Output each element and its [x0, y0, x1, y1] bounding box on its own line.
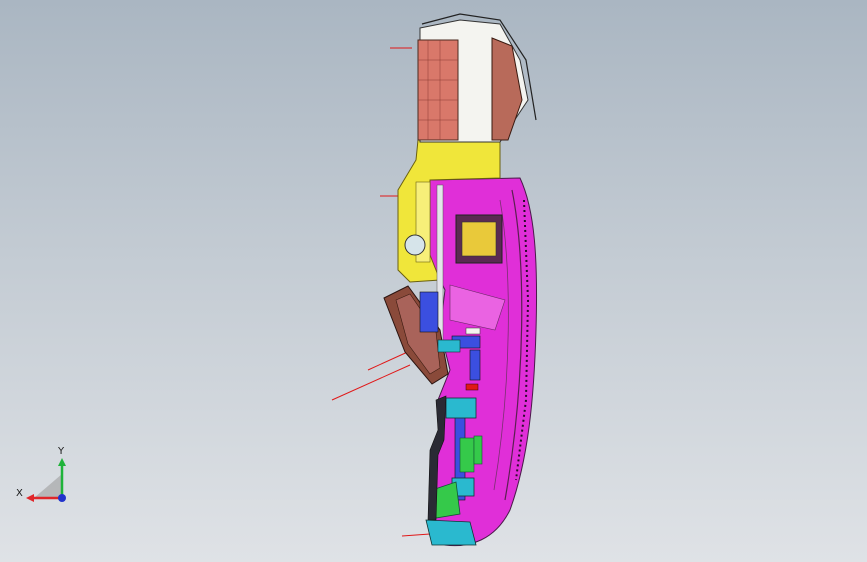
cad-3d-viewport[interactable]: X Y: [0, 0, 867, 562]
z-axis-dot: [58, 494, 66, 502]
x-axis-arrowhead: [26, 494, 34, 502]
cad-assembly-model[interactable]: [0, 0, 867, 562]
callout-leader-4: [331, 364, 411, 401]
y-axis-label: Y: [57, 446, 65, 457]
callout-leader-6: [401, 533, 431, 537]
frame-porthole: [404, 234, 426, 256]
salmon-panel: [417, 39, 459, 141]
white-plate: [465, 327, 481, 335]
red-small-part: [465, 383, 479, 391]
triad-base-shadow: [34, 474, 62, 498]
x-axis-label: X: [16, 488, 23, 499]
axis-triad[interactable]: X Y: [14, 440, 84, 510]
brown-side-strip: [491, 37, 523, 141]
y-axis-arrowhead: [58, 458, 66, 466]
center-hatch-insert: [461, 221, 497, 257]
